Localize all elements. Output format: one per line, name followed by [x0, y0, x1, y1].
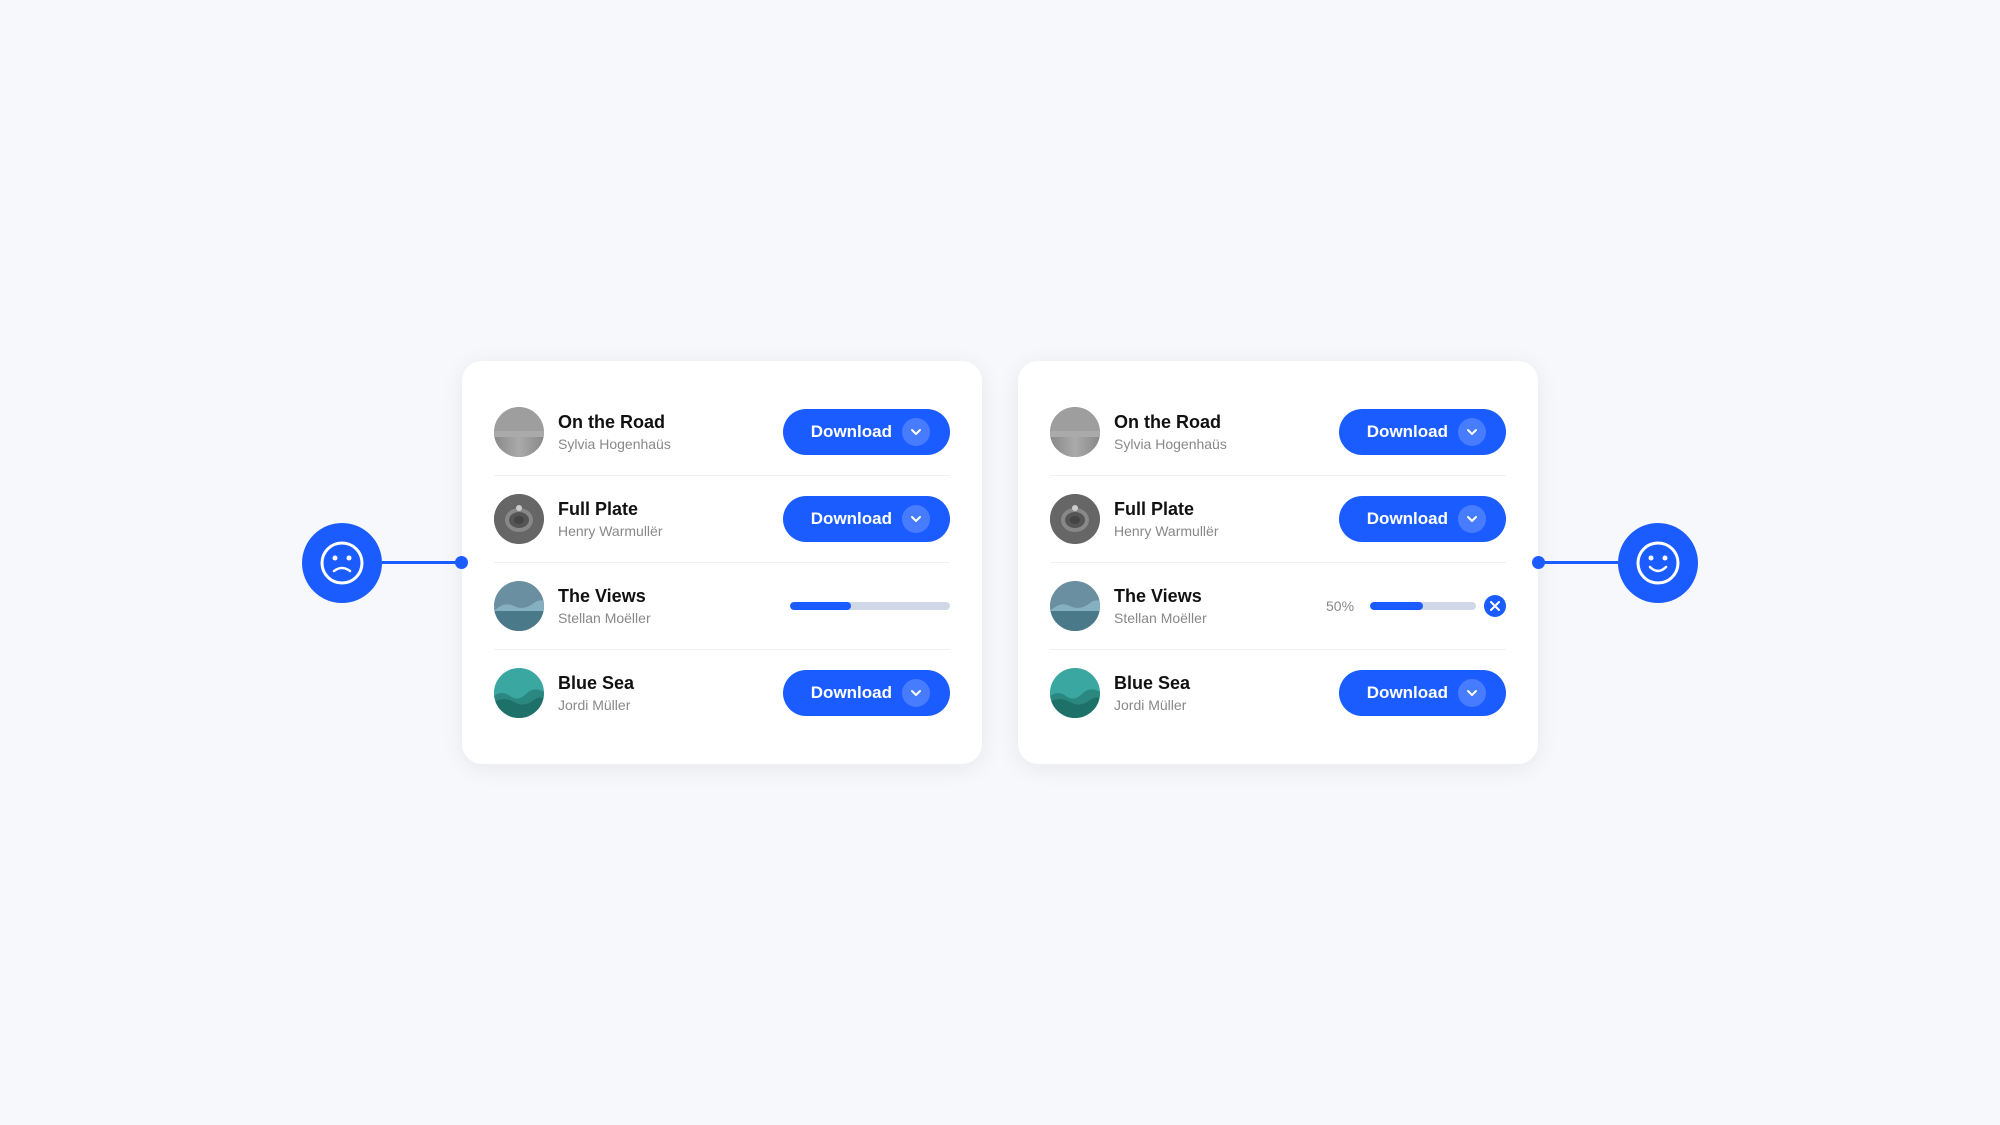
track-text: Blue Sea Jordi Müller — [1114, 673, 1190, 713]
right-connector — [1538, 561, 1618, 564]
avatar — [494, 407, 544, 457]
track-info: Blue Sea Jordi Müller — [494, 668, 634, 718]
track-text: The Views Stellan Moëller — [558, 586, 651, 626]
avatar — [1050, 407, 1100, 457]
track-info: Full Plate Henry Warmullër — [1050, 494, 1219, 544]
track-info: On the Road Sylvia Hogenhaüs — [1050, 407, 1227, 457]
track-artist: Henry Warmullër — [1114, 523, 1219, 539]
track-title: Blue Sea — [1114, 673, 1190, 694]
download-label: Download — [1367, 422, 1448, 442]
avatar — [1050, 668, 1100, 718]
table-row: Blue Sea Jordi Müller Download — [1050, 650, 1506, 736]
left-connector — [382, 561, 462, 564]
panels-container: On the Road Sylvia Hogenhaüs Download — [462, 361, 1538, 764]
chevron-down-icon — [902, 679, 930, 707]
track-artist: Sylvia Hogenhaüs — [558, 436, 671, 452]
download-button[interactable]: Download — [1339, 496, 1506, 542]
cancel-button[interactable] — [1484, 595, 1506, 617]
download-button[interactable]: Download — [1339, 670, 1506, 716]
download-label: Download — [811, 509, 892, 529]
track-title: Blue Sea — [558, 673, 634, 694]
track-title: On the Road — [1114, 412, 1227, 433]
progress-bar-container — [790, 602, 950, 610]
track-info: Full Plate Henry Warmullër — [494, 494, 663, 544]
track-artist: Henry Warmullër — [558, 523, 663, 539]
avatar — [494, 581, 544, 631]
table-row: Full Plate Henry Warmullër Download — [494, 476, 950, 563]
progress-bar — [790, 602, 950, 610]
track-title: The Views — [558, 586, 651, 607]
chevron-down-icon — [1458, 418, 1486, 446]
track-info: The Views Stellan Moëller — [494, 581, 651, 631]
table-row: The Views Stellan Moëller — [494, 563, 950, 650]
progress-percentage-label: 50% — [1326, 598, 1362, 614]
track-text: On the Road Sylvia Hogenhaüs — [1114, 412, 1227, 452]
track-artist: Stellan Moëller — [558, 610, 651, 626]
track-artist: Jordi Müller — [558, 697, 634, 713]
track-artist: Jordi Müller — [1114, 697, 1190, 713]
table-row: Blue Sea Jordi Müller Download — [494, 650, 950, 736]
avatar — [1050, 494, 1100, 544]
table-row: On the Road Sylvia Hogenhaüs Download — [1050, 389, 1506, 476]
track-text: The Views Stellan Moëller — [1114, 586, 1207, 626]
progress-fill — [1370, 602, 1423, 610]
progress-bar — [1370, 602, 1476, 610]
avatar — [494, 668, 544, 718]
track-artist: Stellan Moëller — [1114, 610, 1207, 626]
right-panel: On the Road Sylvia Hogenhaüs Download — [1018, 361, 1538, 764]
progress-with-label-container: 50% — [1326, 595, 1506, 617]
avatar — [494, 494, 544, 544]
track-title: Full Plate — [558, 499, 663, 520]
avatar — [1050, 581, 1100, 631]
download-label: Download — [811, 683, 892, 703]
download-button[interactable]: Download — [783, 496, 950, 542]
download-button[interactable]: Download — [783, 670, 950, 716]
table-row: On the Road Sylvia Hogenhaüs Download — [494, 389, 950, 476]
download-label: Download — [1367, 509, 1448, 529]
chevron-down-icon — [1458, 505, 1486, 533]
chevron-down-icon — [902, 418, 930, 446]
track-artist: Sylvia Hogenhaüs — [1114, 436, 1227, 452]
track-text: Full Plate Henry Warmullër — [558, 499, 663, 539]
chevron-down-icon — [902, 505, 930, 533]
track-text: On the Road Sylvia Hogenhaüs — [558, 412, 671, 452]
left-panel: On the Road Sylvia Hogenhaüs Download — [462, 361, 982, 764]
download-label: Download — [811, 422, 892, 442]
track-title: The Views — [1114, 586, 1207, 607]
progress-fill — [790, 602, 851, 610]
table-row: The Views Stellan Moëller 50% — [1050, 563, 1506, 650]
download-button[interactable]: Download — [783, 409, 950, 455]
sad-smiley-icon — [302, 523, 382, 603]
track-title: On the Road — [558, 412, 671, 433]
chevron-down-icon — [1458, 679, 1486, 707]
happy-smiley-icon — [1618, 523, 1698, 603]
main-layout: On the Road Sylvia Hogenhaüs Download — [0, 361, 2000, 764]
track-text: Full Plate Henry Warmullër — [1114, 499, 1219, 539]
download-label: Download — [1367, 683, 1448, 703]
track-info: On the Road Sylvia Hogenhaüs — [494, 407, 671, 457]
download-button[interactable]: Download — [1339, 409, 1506, 455]
track-info: Blue Sea Jordi Müller — [1050, 668, 1190, 718]
track-text: Blue Sea Jordi Müller — [558, 673, 634, 713]
table-row: Full Plate Henry Warmullër Download — [1050, 476, 1506, 563]
track-info: The Views Stellan Moëller — [1050, 581, 1207, 631]
track-title: Full Plate — [1114, 499, 1219, 520]
